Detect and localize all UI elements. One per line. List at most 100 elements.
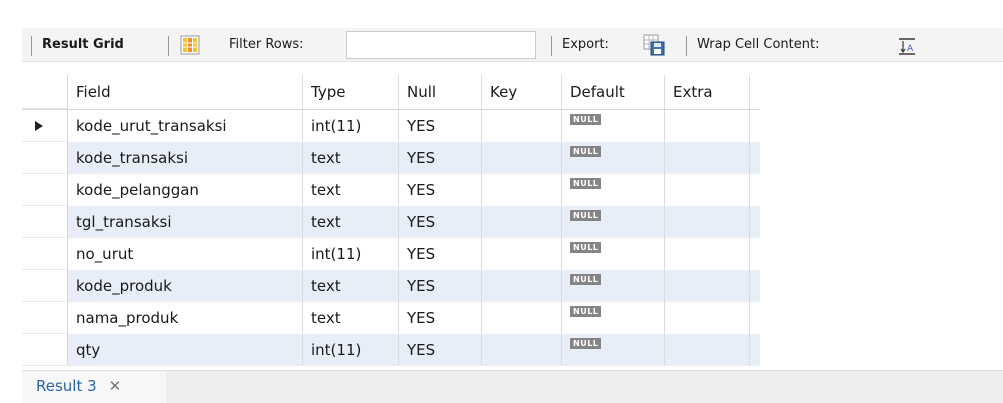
cell-extra[interactable] — [665, 238, 750, 270]
wrap-cell-label: Wrap Cell Content: — [697, 37, 820, 52]
cell-null[interactable]: YES — [399, 174, 482, 206]
cell-type[interactable]: text — [303, 302, 399, 334]
result-tabbar: Result 3 ✕ — [22, 370, 1003, 403]
column-header-type[interactable]: Type — [303, 75, 399, 109]
cell-field[interactable]: kode_produk — [68, 270, 303, 302]
null-badge: NULL — [570, 338, 602, 349]
tab-result-3[interactable]: Result 3 ✕ — [22, 371, 166, 403]
row-header[interactable] — [22, 142, 68, 174]
toolbar-separator — [551, 36, 552, 56]
cell-field[interactable]: no_urut — [68, 238, 303, 270]
table-row[interactable]: no_urut int(11) YES NULL — [22, 238, 760, 270]
table-row[interactable]: kode_produk text YES NULL — [22, 270, 760, 302]
column-header-default[interactable]: Default — [562, 75, 665, 109]
row-header[interactable] — [22, 334, 68, 366]
cell-null[interactable]: YES — [399, 110, 482, 142]
result-grid-button[interactable]: Result Grid — [42, 28, 124, 62]
cell-field[interactable]: qty — [68, 334, 303, 366]
cell-key[interactable] — [482, 270, 562, 302]
cell-type[interactable]: text — [303, 174, 399, 206]
null-badge: NULL — [570, 306, 602, 317]
null-badge: NULL — [570, 178, 602, 189]
table-row[interactable]: nama_produk text YES NULL — [22, 302, 760, 334]
toolbar-separator — [168, 36, 169, 56]
cell-default[interactable]: NULL — [562, 110, 665, 142]
cell-null[interactable]: YES — [399, 334, 482, 366]
column-header-key[interactable]: Key — [482, 75, 562, 109]
row-header[interactable] — [22, 206, 68, 238]
result-grid[interactable]: Field Type Null Key Default Extra kode_u… — [22, 63, 1003, 370]
cell-key[interactable] — [482, 174, 562, 206]
cell-default[interactable]: NULL — [562, 334, 665, 366]
cell-default[interactable]: NULL — [562, 302, 665, 334]
row-header[interactable] — [22, 110, 68, 142]
null-badge: NULL — [570, 114, 602, 125]
cell-key[interactable] — [482, 334, 562, 366]
cell-null[interactable]: YES — [399, 142, 482, 174]
close-icon[interactable]: ✕ — [109, 371, 122, 401]
cell-type[interactable]: int(11) — [303, 238, 399, 270]
cell-type[interactable]: text — [303, 206, 399, 238]
export-label: Export: — [562, 37, 609, 52]
cell-null[interactable]: YES — [399, 270, 482, 302]
row-header-corner — [22, 75, 68, 109]
toolbar-separator — [686, 36, 687, 56]
null-badge: NULL — [570, 242, 602, 253]
column-header-field[interactable]: Field — [68, 75, 303, 109]
null-badge: NULL — [570, 274, 602, 285]
table-header-row: Field Type Null Key Default Extra — [22, 75, 760, 110]
cell-extra[interactable] — [665, 302, 750, 334]
cell-type[interactable]: text — [303, 142, 399, 174]
table-row[interactable]: kode_urut_transaksi int(11) YES NULL — [22, 110, 760, 142]
cell-key[interactable] — [482, 142, 562, 174]
cell-type[interactable]: int(11) — [303, 334, 399, 366]
cell-default[interactable]: NULL — [562, 206, 665, 238]
cell-null[interactable]: YES — [399, 238, 482, 270]
cell-null[interactable]: YES — [399, 206, 482, 238]
cell-field[interactable]: kode_urut_transaksi — [68, 110, 303, 142]
cell-default[interactable]: NULL — [562, 142, 665, 174]
cell-field[interactable]: kode_pelanggan — [68, 174, 303, 206]
svg-text:A: A — [907, 44, 914, 54]
filter-rows-label: Filter Rows: — [229, 37, 304, 52]
null-badge: NULL — [570, 210, 602, 221]
cell-type[interactable]: int(11) — [303, 110, 399, 142]
table-row[interactable]: tgl_transaksi text YES NULL — [22, 206, 760, 238]
cell-extra[interactable] — [665, 334, 750, 366]
cell-default[interactable]: NULL — [562, 270, 665, 302]
row-header[interactable] — [22, 270, 68, 302]
cell-default[interactable]: NULL — [562, 174, 665, 206]
cell-default[interactable]: NULL — [562, 238, 665, 270]
null-badge: NULL — [570, 146, 602, 157]
table-row[interactable]: kode_transaksi text YES NULL — [22, 142, 760, 174]
filter-rows-input[interactable] — [346, 31, 536, 59]
row-header[interactable] — [22, 302, 68, 334]
cell-field[interactable]: nama_produk — [68, 302, 303, 334]
table-row[interactable]: qty int(11) YES NULL — [22, 334, 760, 366]
cell-key[interactable] — [482, 302, 562, 334]
tab-label: Result 3 — [36, 377, 97, 395]
result-toolbar: Result Grid Filter Rows: Export: Wrap Ce… — [22, 28, 1003, 62]
cell-extra[interactable] — [665, 174, 750, 206]
cell-key[interactable] — [482, 238, 562, 270]
column-header-null[interactable]: Null — [399, 75, 482, 109]
cell-type[interactable]: text — [303, 270, 399, 302]
cell-field[interactable]: tgl_transaksi — [68, 206, 303, 238]
cell-extra[interactable] — [665, 206, 750, 238]
current-row-pointer-icon — [35, 121, 43, 131]
grid-layout-icon[interactable] — [180, 35, 200, 55]
export-icon[interactable] — [642, 33, 666, 57]
toolbar-separator — [31, 36, 32, 56]
wrap-content-icon[interactable]: A — [898, 37, 916, 55]
column-header-extra[interactable]: Extra — [665, 75, 750, 109]
cell-null[interactable]: YES — [399, 302, 482, 334]
cell-extra[interactable] — [665, 142, 750, 174]
cell-key[interactable] — [482, 110, 562, 142]
cell-extra[interactable] — [665, 270, 750, 302]
row-header[interactable] — [22, 238, 68, 270]
cell-key[interactable] — [482, 206, 562, 238]
cell-field[interactable]: kode_transaksi — [68, 142, 303, 174]
row-header[interactable] — [22, 174, 68, 206]
cell-extra[interactable] — [665, 110, 750, 142]
table-row[interactable]: kode_pelanggan text YES NULL — [22, 174, 760, 206]
